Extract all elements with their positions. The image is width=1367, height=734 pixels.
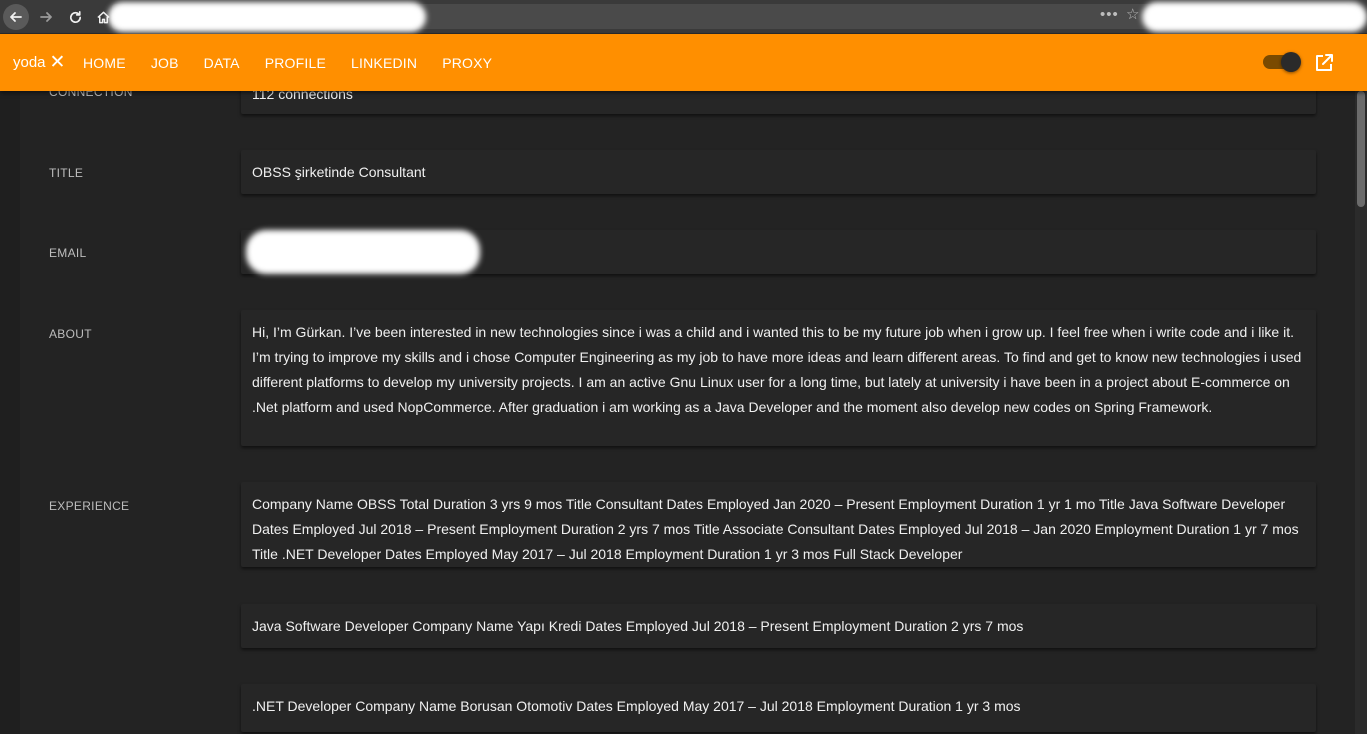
experience-item: Java Software Developer Company Name Yap…	[241, 604, 1316, 648]
browser-toolbar: ••• ☆	[0, 0, 1367, 34]
title-label: TITLE	[49, 166, 84, 180]
nav-proxy[interactable]: PROXY	[442, 55, 492, 71]
main-nav: HOME JOB DATA PROFILE LINKEDIN PROXY	[83, 34, 517, 91]
reload-button[interactable]	[62, 4, 88, 30]
profile-content: CONNECTION 112 connections TITLE OBSS şi…	[20, 34, 1355, 734]
experience-text: Java Software Developer Company Name Yap…	[252, 618, 1024, 634]
content-scrollbar[interactable]	[1355, 91, 1367, 734]
title-text: OBSS şirketinde Consultant	[252, 164, 426, 180]
reload-icon	[69, 10, 81, 23]
arrow-left-icon	[10, 12, 22, 22]
close-icon[interactable]: ✕	[50, 53, 66, 72]
experience-label: EXPERIENCE	[49, 499, 130, 513]
experience-item: Company Name OBSS Total Duration 3 yrs 9…	[241, 482, 1316, 567]
page-actions-icon[interactable]: •••	[1100, 6, 1119, 23]
email-label: EMAIL	[49, 246, 87, 260]
about-text: Hi, I’m Gürkan. I’ve been interested in …	[252, 324, 1302, 415]
nav-job[interactable]: JOB	[151, 55, 179, 71]
experience-item: .NET Developer Company Name Borusan Otom…	[241, 684, 1316, 732]
scrollbar-thumb[interactable]	[1357, 91, 1365, 207]
brand[interactable]: yoda ✕	[13, 34, 65, 91]
experience-text: .NET Developer Company Name Borusan Otom…	[252, 698, 1021, 714]
title-value: OBSS şirketinde Consultant	[241, 150, 1316, 194]
arrow-right-icon	[40, 12, 52, 22]
nav-home[interactable]: HOME	[83, 55, 126, 71]
nav-data[interactable]: DATA	[204, 55, 240, 71]
url-redaction	[108, 2, 426, 32]
nav-linkedin[interactable]: LINKEDIN	[351, 55, 417, 71]
email-redaction	[246, 230, 480, 274]
back-button[interactable]	[3, 4, 29, 30]
bookmark-star-icon[interactable]: ☆	[1126, 5, 1139, 23]
app-toolbar: yoda ✕ HOME JOB DATA PROFILE LINKEDIN PR…	[0, 34, 1367, 91]
toggle-thumb	[1281, 52, 1301, 72]
about-value: Hi, I’m Gürkan. I’ve been interested in …	[241, 310, 1316, 446]
search-redaction	[1142, 2, 1367, 32]
about-label: ABOUT	[49, 327, 92, 341]
open-in-new-icon[interactable]	[1314, 53, 1334, 73]
theme-toggle[interactable]	[1263, 52, 1301, 72]
experience-text: Company Name OBSS Total Duration 3 yrs 9…	[252, 496, 1299, 562]
forward-button[interactable]	[33, 4, 59, 30]
brand-name: yoda	[13, 54, 46, 71]
nav-profile[interactable]: PROFILE	[265, 55, 326, 71]
